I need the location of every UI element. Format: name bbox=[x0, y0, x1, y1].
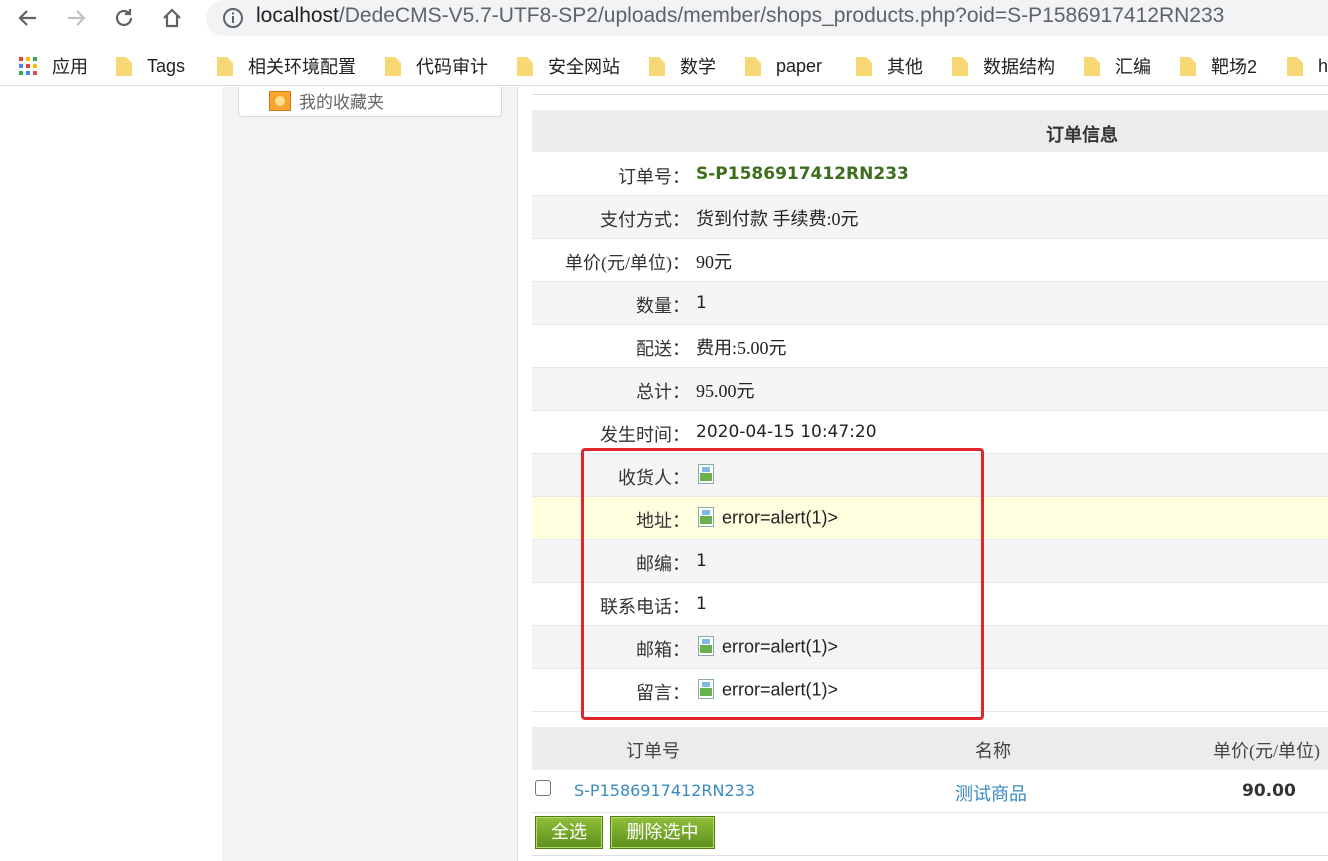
order-id-link[interactable]: S-P1586917412RN233 bbox=[574, 781, 755, 800]
total: 95.00元 bbox=[696, 381, 755, 401]
row-label: 单价(元/单位)： bbox=[565, 253, 690, 273]
row-label: 支付方式： bbox=[600, 210, 690, 230]
row-label: 配送： bbox=[636, 339, 690, 359]
bookmark-label: 安全网站 bbox=[548, 57, 620, 77]
bookmarks-bar: 应用 Tags 相关环境配置 代码审计 安全网站 数学 paper 其他 数据结… bbox=[0, 46, 1328, 86]
folder-icon bbox=[1084, 57, 1100, 76]
browser-toolbar: localhost/DedeCMS-V5.7-UTF8-SP2/uploads/… bbox=[0, 0, 1328, 36]
url-host: localhost bbox=[256, 4, 339, 27]
folder-icon bbox=[1180, 57, 1196, 76]
home-icon[interactable] bbox=[157, 3, 187, 33]
row-checkbox[interactable] bbox=[535, 780, 551, 796]
divider bbox=[532, 94, 1328, 95]
row-label: 订单号： bbox=[618, 167, 690, 187]
bookmark-label: 相关环境配置 bbox=[248, 57, 356, 77]
bookmark-label: 汇编 bbox=[1115, 57, 1151, 77]
favorites-label: 我的收藏夹 bbox=[299, 93, 384, 113]
bookmark-folder[interactable]: 数学 bbox=[648, 54, 716, 78]
favorites-icon bbox=[269, 91, 291, 111]
back-icon[interactable] bbox=[13, 3, 43, 33]
folder-icon bbox=[856, 57, 872, 76]
bookmark-folder[interactable]: h bbox=[1286, 54, 1328, 78]
order-info-row: 配送： 费用:5.00元 bbox=[532, 325, 1328, 368]
bookmark-label: 数据结构 bbox=[983, 57, 1055, 77]
product-list-header: 订单号 名称 单价(元/单位) bbox=[532, 727, 1328, 770]
bookmark-apps[interactable]: 应用 bbox=[18, 54, 88, 78]
url-text[interactable]: localhost/DedeCMS-V5.7-UTF8-SP2/uploads/… bbox=[256, 4, 1224, 28]
delete-selected-button[interactable]: 删除选中 bbox=[610, 816, 715, 849]
reload-icon[interactable] bbox=[109, 3, 139, 33]
folder-icon bbox=[952, 57, 968, 76]
quantity: 1 bbox=[696, 293, 707, 313]
unit-price: 90元 bbox=[696, 252, 732, 272]
folder-icon bbox=[745, 57, 761, 76]
column-header-order-id: 订单号 bbox=[626, 741, 680, 761]
bookmark-folder[interactable]: 代码审计 bbox=[384, 54, 488, 78]
folder-icon bbox=[649, 57, 665, 76]
order-number: S-P1586917412RN233 bbox=[696, 164, 909, 184]
product-name-link[interactable]: 测试商品 bbox=[955, 780, 1027, 806]
shipping-fee: 费用:5.00元 bbox=[696, 338, 787, 358]
bookmark-folder[interactable]: 汇编 bbox=[1083, 54, 1151, 78]
order-info-row: 支付方式： 货到付款 手续费:0元 bbox=[532, 196, 1328, 239]
bookmark-folder[interactable]: 数据结构 bbox=[951, 54, 1055, 78]
bookmark-folder[interactable]: 相关环境配置 bbox=[216, 54, 356, 78]
folder-icon bbox=[116, 57, 132, 76]
select-all-button[interactable]: 全选 bbox=[535, 816, 603, 849]
bookmark-folder[interactable]: Tags bbox=[115, 54, 185, 78]
order-time: 2020-04-15 10:47:20 bbox=[696, 422, 877, 442]
bookmark-folder[interactable]: 靶场2 bbox=[1179, 54, 1257, 78]
product-price: 90.00 bbox=[1242, 781, 1296, 801]
bookmark-folder[interactable]: 其他 bbox=[855, 54, 923, 78]
order-info-row: 单价(元/单位)： 90元 bbox=[532, 239, 1328, 282]
table-row: S-P1586917412RN233 测试商品 90.00 bbox=[532, 770, 1328, 813]
row-label: 总计： bbox=[636, 382, 690, 402]
order-info-title: 订单信息 bbox=[1046, 125, 1118, 145]
info-icon[interactable] bbox=[222, 7, 244, 33]
bookmark-label: 应用 bbox=[52, 57, 88, 77]
row-label: 数量： bbox=[636, 296, 690, 316]
column-header-name: 名称 bbox=[975, 741, 1011, 761]
folder-icon bbox=[1287, 57, 1303, 76]
order-info-header: 订单信息 bbox=[532, 110, 1328, 153]
folder-icon bbox=[217, 57, 233, 76]
bookmark-label: h bbox=[1318, 55, 1328, 76]
order-info-row: 订单号： S-P1586917412RN233 bbox=[532, 153, 1328, 196]
column-header-price: 单价(元/单位) bbox=[1213, 741, 1320, 761]
bookmark-folder[interactable]: 安全网站 bbox=[516, 54, 620, 78]
bookmark-label: 数学 bbox=[680, 57, 716, 77]
row-label: 发生时间： bbox=[600, 425, 690, 445]
order-info-row: 数量： 1 bbox=[532, 282, 1328, 325]
sidebar-item-favorites[interactable]: 我的收藏夹 bbox=[238, 87, 502, 117]
forward-icon[interactable] bbox=[61, 3, 91, 33]
folder-icon bbox=[517, 57, 533, 76]
bookmark-label: 其他 bbox=[887, 57, 923, 77]
bookmark-label: paper bbox=[776, 55, 823, 76]
apps-grid-icon bbox=[19, 57, 37, 75]
bookmark-folder[interactable]: paper bbox=[744, 54, 822, 78]
payment-method: 货到付款 手续费:0元 bbox=[696, 209, 859, 229]
bookmark-label: 靶场2 bbox=[1211, 57, 1258, 77]
bookmark-label: 代码审计 bbox=[416, 57, 488, 77]
folder-icon bbox=[385, 57, 401, 76]
bookmark-label: Tags bbox=[147, 55, 186, 76]
divider bbox=[532, 855, 1328, 856]
highlight-annotation-box bbox=[581, 448, 984, 720]
url-path: /DedeCMS-V5.7-UTF8-SP2/uploads/member/sh… bbox=[338, 4, 1225, 27]
page-content: 我的收藏夹 订单信息 订单号： S-P1586917412RN233 支付方式：… bbox=[0, 87, 1328, 861]
member-sidebar bbox=[222, 87, 518, 861]
order-info-row: 总计： 95.00元 bbox=[532, 368, 1328, 411]
